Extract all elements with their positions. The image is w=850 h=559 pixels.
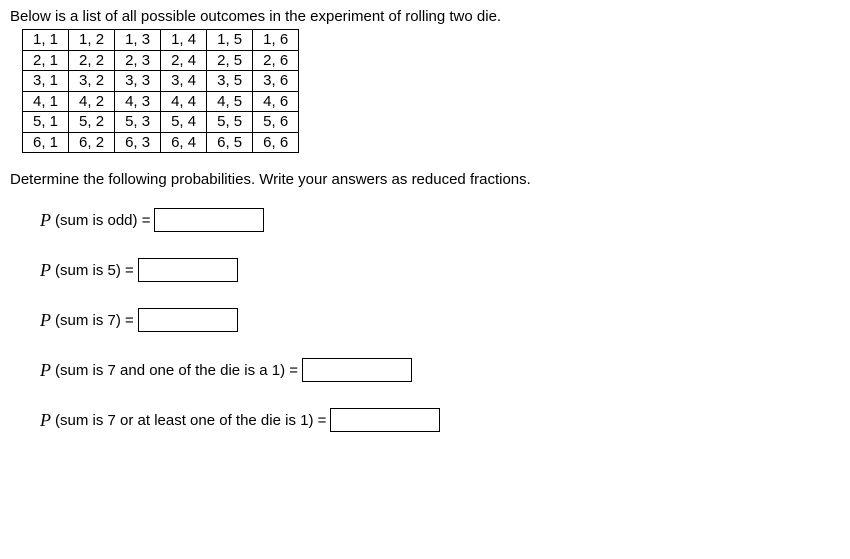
outcome-cell: 6, 4 bbox=[161, 132, 207, 153]
outcome-cell: 6, 1 bbox=[23, 132, 69, 153]
question-sum-odd: P(sum is odd) = bbox=[40, 208, 840, 232]
outcomes-table: 1, 1 1, 2 1, 3 1, 4 1, 5 1, 6 2, 1 2, 2 … bbox=[22, 29, 299, 153]
outcome-cell: 2, 6 bbox=[253, 50, 299, 71]
outcome-cell: 6, 2 bbox=[69, 132, 115, 153]
answer-input-sum-7-and-die-1[interactable] bbox=[302, 358, 412, 382]
outcome-cell: 1, 5 bbox=[207, 30, 253, 51]
outcome-cell: 4, 2 bbox=[69, 91, 115, 112]
outcome-cell: 4, 4 bbox=[161, 91, 207, 112]
outcome-cell: 6, 6 bbox=[253, 132, 299, 153]
outcome-cell: 4, 5 bbox=[207, 91, 253, 112]
outcome-cell: 6, 5 bbox=[207, 132, 253, 153]
question-sum-5: P(sum is 5) = bbox=[40, 258, 840, 282]
answer-input-sum-7-or-die-1[interactable] bbox=[330, 408, 440, 432]
table-row: 1, 1 1, 2 1, 3 1, 4 1, 5 1, 6 bbox=[23, 30, 299, 51]
outcome-cell: 5, 4 bbox=[161, 112, 207, 133]
outcome-cell: 1, 1 bbox=[23, 30, 69, 51]
question-text: (sum is 7) = bbox=[55, 312, 134, 329]
outcome-cell: 1, 2 bbox=[69, 30, 115, 51]
outcome-cell: 5, 1 bbox=[23, 112, 69, 133]
outcome-cell: 6, 3 bbox=[115, 132, 161, 153]
outcome-cell: 5, 2 bbox=[69, 112, 115, 133]
question-text: (sum is 7 or at least one of the die is … bbox=[55, 412, 326, 429]
answer-input-sum-7[interactable] bbox=[138, 308, 238, 332]
p-variable: P bbox=[40, 310, 51, 331]
question-sum-7-and-die-1: P(sum is 7 and one of the die is a 1) = bbox=[40, 358, 840, 382]
table-row: 5, 1 5, 2 5, 3 5, 4 5, 5 5, 6 bbox=[23, 112, 299, 133]
outcome-cell: 4, 6 bbox=[253, 91, 299, 112]
p-variable: P bbox=[40, 260, 51, 281]
outcome-cell: 3, 3 bbox=[115, 71, 161, 92]
table-row: 4, 1 4, 2 4, 3 4, 4 4, 5 4, 6 bbox=[23, 91, 299, 112]
table-row: 6, 1 6, 2 6, 3 6, 4 6, 5 6, 6 bbox=[23, 132, 299, 153]
intro-text: Below is a list of all possible outcomes… bbox=[10, 8, 840, 25]
question-text: (sum is 5) = bbox=[55, 262, 134, 279]
question-sum-7: P(sum is 7) = bbox=[40, 308, 840, 332]
outcome-cell: 4, 3 bbox=[115, 91, 161, 112]
outcome-cell: 3, 4 bbox=[161, 71, 207, 92]
p-variable: P bbox=[40, 210, 51, 231]
answer-input-sum-5[interactable] bbox=[138, 258, 238, 282]
outcome-cell: 2, 3 bbox=[115, 50, 161, 71]
outcome-cell: 3, 2 bbox=[69, 71, 115, 92]
question-sum-7-or-die-1: P(sum is 7 or at least one of the die is… bbox=[40, 408, 840, 432]
question-text: (sum is odd) = bbox=[55, 212, 150, 229]
p-variable: P bbox=[40, 410, 51, 431]
question-text: (sum is 7 and one of the die is a 1) = bbox=[55, 362, 298, 379]
outcome-cell: 4, 1 bbox=[23, 91, 69, 112]
table-row: 2, 1 2, 2 2, 3 2, 4 2, 5 2, 6 bbox=[23, 50, 299, 71]
outcome-cell: 1, 3 bbox=[115, 30, 161, 51]
outcome-cell: 2, 1 bbox=[23, 50, 69, 71]
outcome-cell: 3, 1 bbox=[23, 71, 69, 92]
outcome-cell: 5, 5 bbox=[207, 112, 253, 133]
instruction-text: Determine the following probabilities. W… bbox=[10, 171, 840, 188]
answer-input-sum-odd[interactable] bbox=[154, 208, 264, 232]
outcome-cell: 5, 6 bbox=[253, 112, 299, 133]
outcome-cell: 2, 2 bbox=[69, 50, 115, 71]
outcome-cell: 1, 6 bbox=[253, 30, 299, 51]
outcome-cell: 1, 4 bbox=[161, 30, 207, 51]
outcome-cell: 2, 4 bbox=[161, 50, 207, 71]
outcome-cell: 5, 3 bbox=[115, 112, 161, 133]
table-row: 3, 1 3, 2 3, 3 3, 4 3, 5 3, 6 bbox=[23, 71, 299, 92]
outcome-cell: 2, 5 bbox=[207, 50, 253, 71]
outcome-cell: 3, 5 bbox=[207, 71, 253, 92]
outcome-cell: 3, 6 bbox=[253, 71, 299, 92]
p-variable: P bbox=[40, 360, 51, 381]
